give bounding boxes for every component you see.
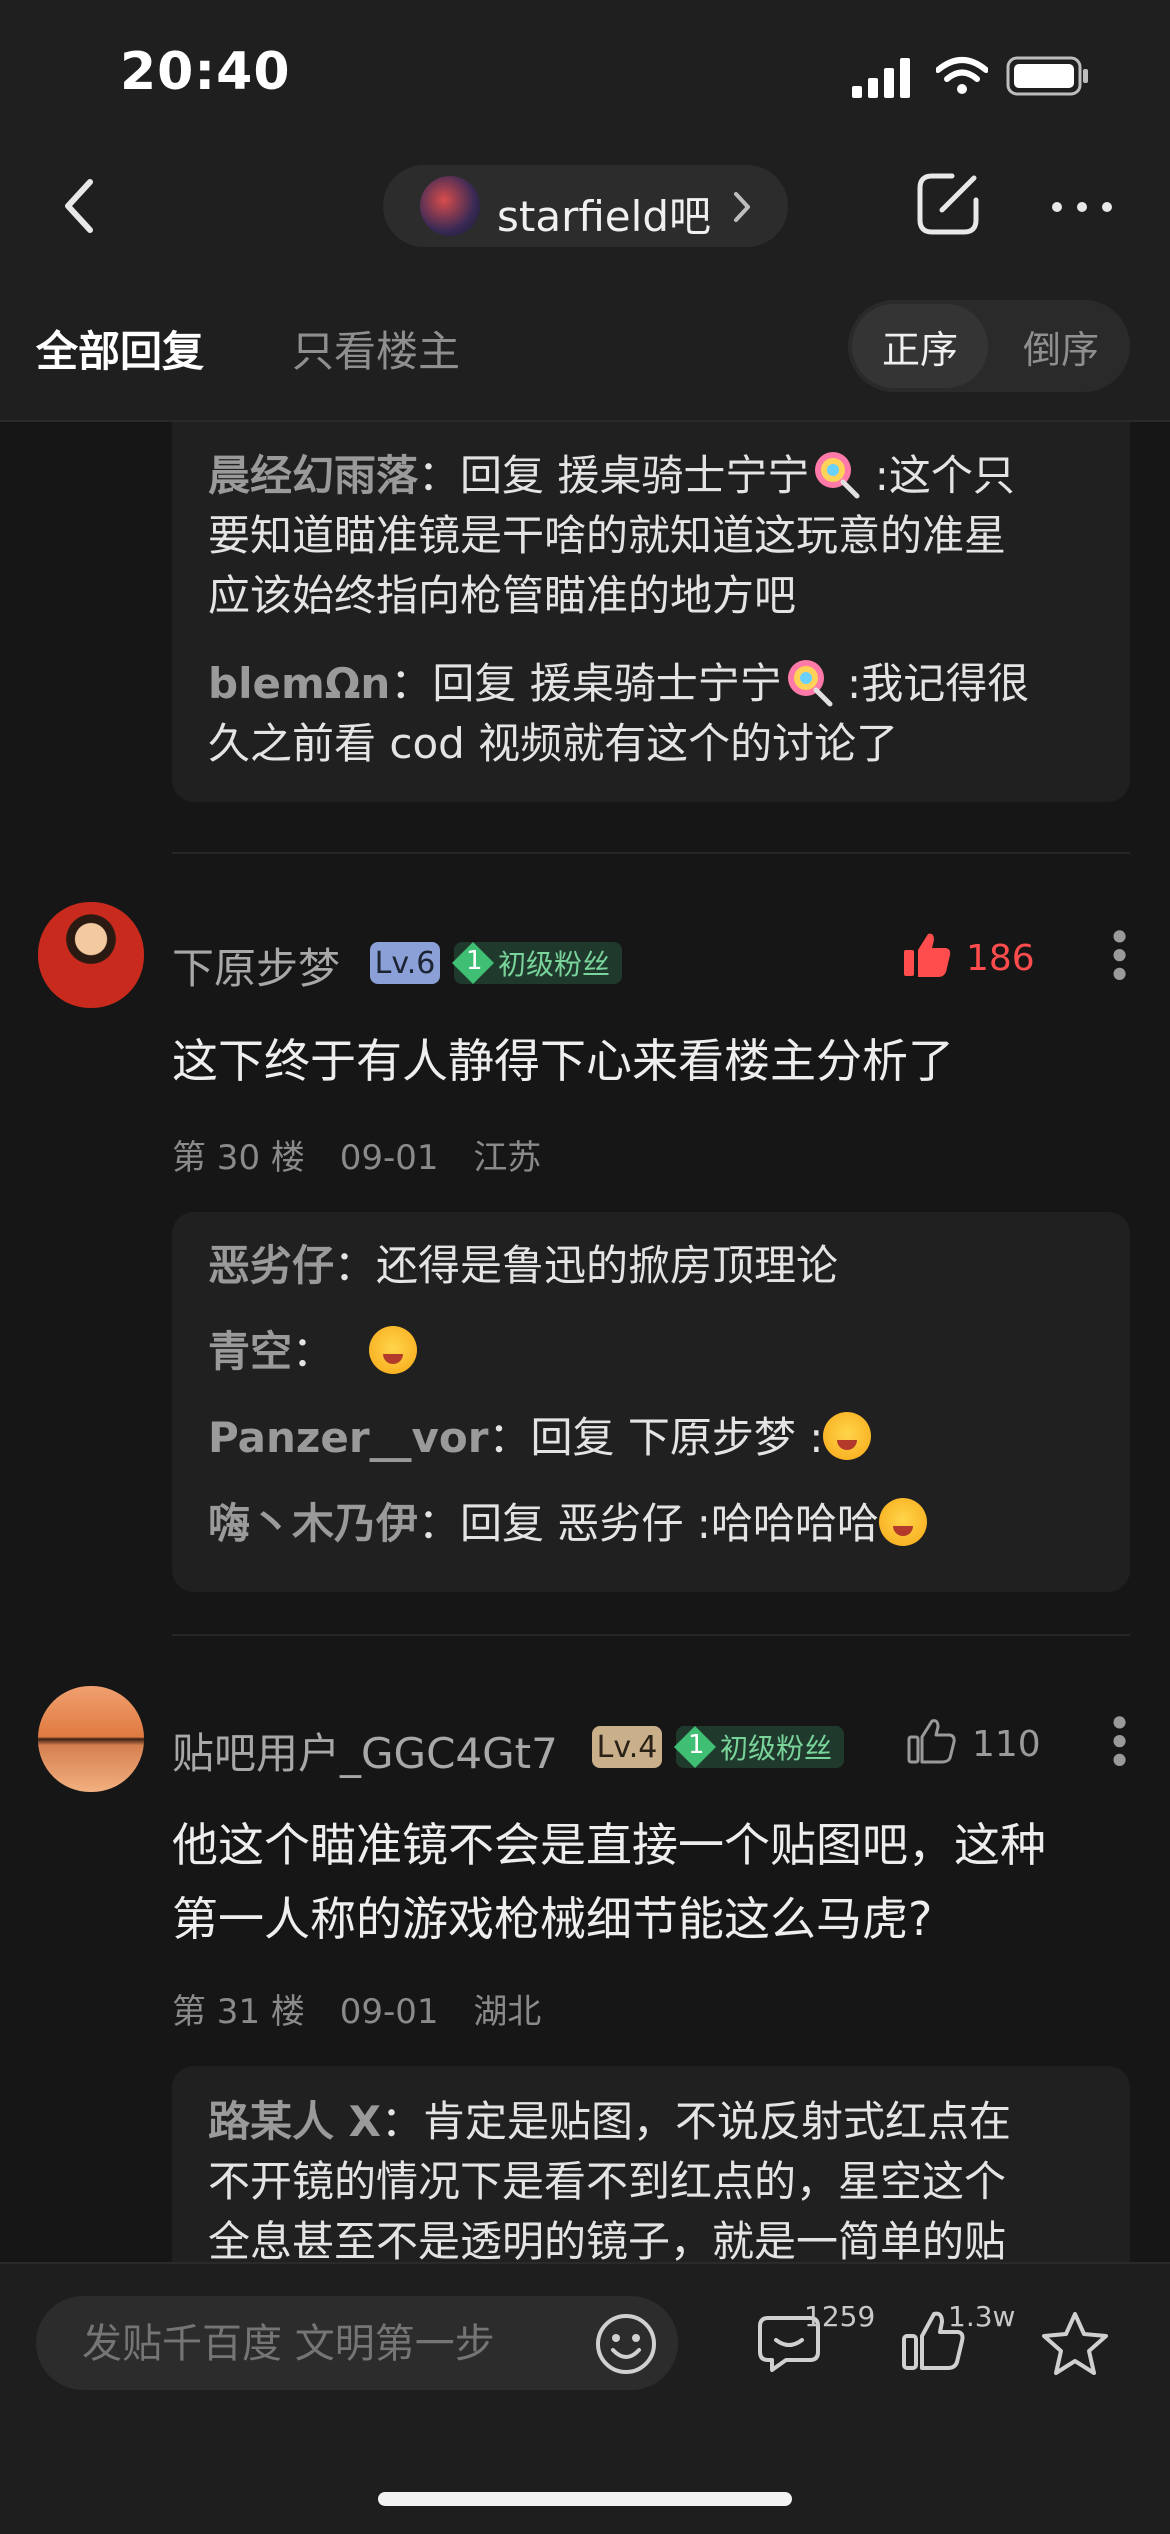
post-username[interactable]: 下原步梦 [172,935,340,996]
status-time: 20:40 [120,42,291,102]
more-icon[interactable] [1050,200,1114,214]
avatar[interactable] [38,1686,144,1792]
reply-input[interactable] [80,2320,564,2368]
post-meta: 第 31 楼 09-01 湖北 [172,1984,541,2033]
post-date: 09-01 [339,1138,439,1178]
level-badge: Lv.6 [370,942,440,984]
divider [172,852,1130,854]
laugh-emoji-icon [823,1412,872,1460]
sub-reply[interactable]: Panzer__vor：回复 下原步梦 : [208,1408,1108,1468]
sub-reply[interactable]: 青空： [208,1322,1108,1382]
chevron-right-icon [734,192,750,222]
sort-asc-button[interactable]: 正序 [852,304,988,388]
post-location: 江苏 [473,1138,542,1178]
like-icon[interactable] [906,1716,956,1766]
reply-author[interactable]: 晨经幻雨落 [208,451,418,500]
forum-name: starfield吧 [497,192,711,241]
reply-author[interactable]: blemΩn [208,659,390,708]
post-more-icon[interactable]: ••• [1094,924,1143,980]
sort-desc-button[interactable]: 倒序 [996,304,1126,388]
laugh-emoji-icon [878,1498,927,1546]
back-icon[interactable] [60,176,100,236]
post-username[interactable]: 贴吧用户_GGC4Gt7 [172,1720,558,1781]
home-indicator [378,2492,792,2506]
fan-badge: 1 初级粉丝 [674,1726,845,1768]
tab-all-replies[interactable]: 全部回复 [36,318,204,379]
lollipop-icon [815,452,860,499]
like-filled-icon[interactable] [902,930,952,980]
post-date: 09-01 [339,1992,439,2032]
sub-reply[interactable]: 嗨丶木乃伊：回复 恶劣仔 :哈哈哈哈 [208,1494,1108,1554]
battery-icon [1006,56,1088,96]
lollipop-icon [787,660,833,707]
fan-badge: 1 初级粉丝 [452,942,623,984]
sub-reply[interactable]: blemΩn：回复 援桌骑士宁宁 :我记得很 久之前看 cod 视频就有这个的讨… [208,654,1108,774]
sub-reply-list: 恶劣仔：还得是鲁迅的掀房顶理论 青空： Panzer__vor：回复 下原步梦 … [208,1236,1108,1554]
post-meta: 第 30 楼 09-01 江苏 [172,1130,541,1179]
sub-reply[interactable]: 路某人 X：肯定是贴图，不说反射式红点在 不开镜的情况下是看不到红点的，星空这个… [208,2092,1108,2272]
avatar[interactable] [38,902,144,1008]
compose-icon[interactable] [912,168,984,240]
like-total: 1.3w [948,2300,1016,2333]
star-icon[interactable] [1040,2310,1110,2376]
like-count: 110 [972,1724,1041,1765]
laugh-emoji-icon [369,1326,418,1374]
like-count: 186 [966,938,1035,979]
forum-avatar [420,176,480,236]
tab-owner-only[interactable]: 只看楼主 [292,318,460,379]
divider [172,1634,1130,1636]
emoji-icon[interactable] [594,2312,658,2376]
sub-reply[interactable]: 晨经幻雨落：回复 援桌骑士宁宁 :这个只 要知道瞄准镜是干啥的就知道这玩意的准星… [208,446,1108,626]
post-content: 这下终于有人静得下心来看楼主分析了 [172,1034,954,1088]
floor-number: 第 30 楼 [172,1138,305,1178]
level-badge: Lv.4 [592,1726,662,1768]
sub-reply[interactable]: 恶劣仔：还得是鲁迅的掀房顶理论 [208,1236,1108,1296]
post-location: 湖北 [473,1992,542,2032]
signal-icon [852,58,910,98]
post-content: 他这个瞄准镜不会是直接一个贴图吧，这种 第一人称的游戏枪械细节能这么马虎? [172,1818,1046,1946]
wifi-icon [936,57,988,94]
post-more-icon[interactable]: ••• [1094,1710,1143,1766]
floor-number: 第 31 楼 [172,1992,305,2032]
comment-count: 1259 [804,2300,876,2333]
